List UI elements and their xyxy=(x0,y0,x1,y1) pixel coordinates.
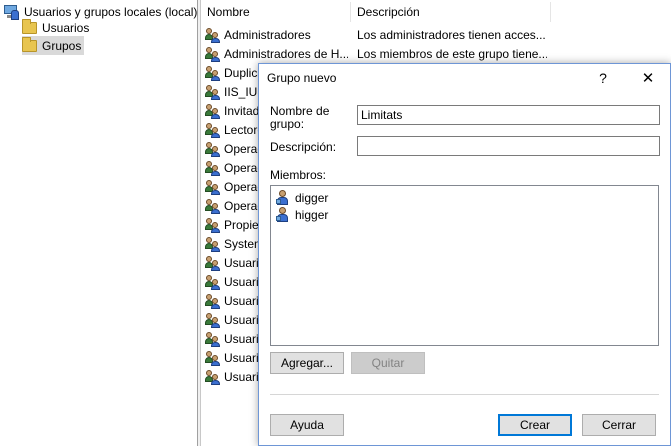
remove-button[interactable]: Quitar xyxy=(351,352,425,374)
folder-icon xyxy=(22,18,37,34)
tree-item-grupos[interactable]: Grupos xyxy=(22,36,85,55)
dialog-title: Grupo nuevo xyxy=(267,71,337,85)
group-icon xyxy=(205,160,221,176)
create-button[interactable]: Crear xyxy=(498,414,572,436)
dialog-titlebar[interactable]: Grupo nuevo ? ✕ xyxy=(259,64,670,92)
group-icon xyxy=(205,179,221,195)
folder-icon xyxy=(22,36,37,52)
group-icon xyxy=(205,293,221,309)
member-label: higger xyxy=(295,207,329,222)
console-tree: Usuarios y grupos locales (local) Usuari… xyxy=(0,0,197,446)
group-icon xyxy=(205,27,221,43)
group-icon xyxy=(205,84,221,100)
column-header-descripcion[interactable]: Descripción xyxy=(351,2,551,22)
group-icon xyxy=(205,141,221,157)
group-name: Administradores xyxy=(224,27,311,42)
group-name-field[interactable]: Limitats xyxy=(357,105,660,125)
new-group-dialog: Grupo nuevo ? ✕ Nombre de grupo: Limitat… xyxy=(258,63,671,446)
help-icon[interactable]: ? xyxy=(581,64,625,92)
add-button[interactable]: Agregar... xyxy=(270,352,344,374)
group-icon xyxy=(205,369,221,385)
group-icon xyxy=(205,312,221,328)
separator xyxy=(270,394,659,395)
tree-item-label: Grupos xyxy=(42,38,82,53)
group-description: Los administradores tienen acces... xyxy=(357,27,546,42)
group-icon xyxy=(205,255,221,271)
group-icon xyxy=(205,236,221,252)
description-label: Descripción: xyxy=(270,140,337,154)
group-icon xyxy=(205,350,221,366)
group-name: Administradores de H... xyxy=(224,46,348,61)
tree-item-label: Usuarios xyxy=(42,20,90,35)
close-button[interactable]: Cerrar xyxy=(582,414,656,436)
member-label: digger xyxy=(295,190,329,205)
computer-users-icon xyxy=(3,4,19,20)
tree-item-label: Usuarios y grupos locales (local) xyxy=(24,4,198,19)
group-icon xyxy=(205,274,221,290)
help-button[interactable]: Ayuda xyxy=(270,414,344,436)
members-listbox[interactable]: digger higger xyxy=(270,185,659,346)
group-description: Los miembros de este grupo tiene... xyxy=(357,46,547,61)
group-name-label: Nombre de grupo: xyxy=(270,104,330,131)
group-icon xyxy=(205,122,221,138)
group-row[interactable]: Administradores de H... Los miembros de e… xyxy=(205,44,547,63)
tree-item-usuarios[interactable]: Usuarios xyxy=(22,18,89,37)
group-icon xyxy=(205,198,221,214)
group-icon xyxy=(205,331,221,347)
group-icon xyxy=(205,46,221,62)
group-icon xyxy=(205,65,221,81)
user-icon xyxy=(276,206,292,223)
group-icon xyxy=(205,217,221,233)
user-icon xyxy=(276,189,292,206)
group-row[interactable]: Administradores Los administradores tiene… xyxy=(205,25,546,44)
column-header-nombre[interactable]: Nombre xyxy=(201,2,351,22)
close-icon[interactable]: ✕ xyxy=(626,64,670,92)
member-item[interactable]: digger xyxy=(276,189,328,206)
member-item[interactable]: higger xyxy=(276,206,328,223)
members-label: Miembros: xyxy=(270,168,327,182)
description-field[interactable] xyxy=(357,136,660,156)
group-icon xyxy=(205,103,221,119)
